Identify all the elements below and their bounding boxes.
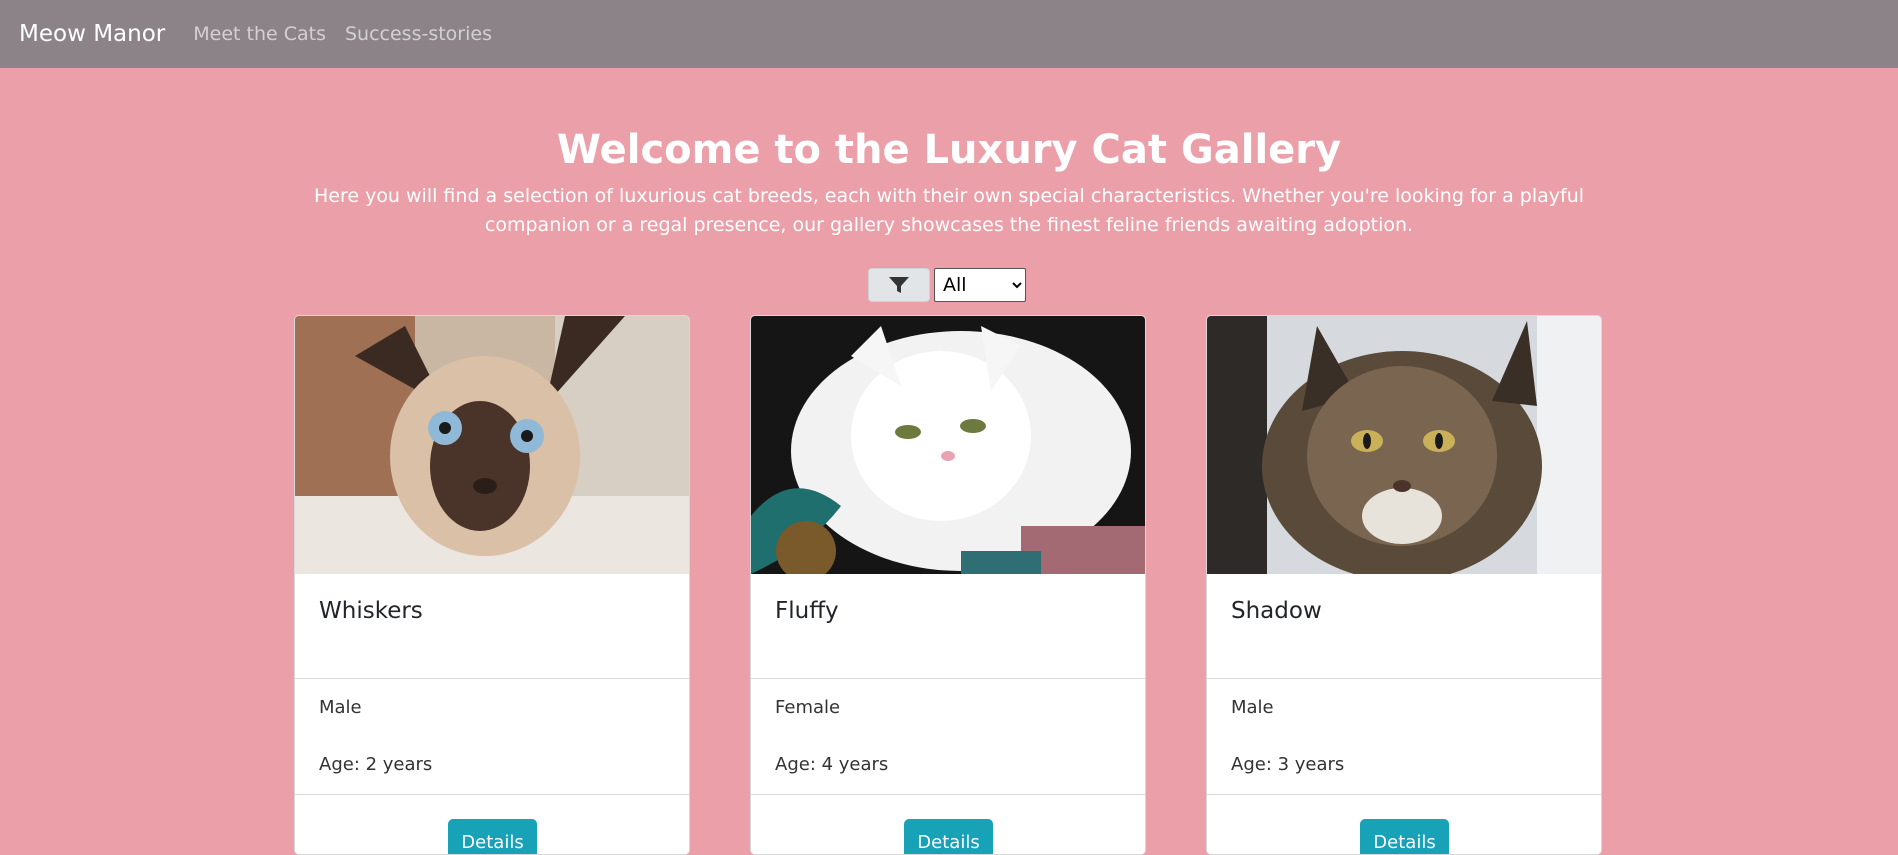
navbar: Meow Manor Meet the Cats Success-stories xyxy=(0,0,1898,68)
filter-select[interactable]: All xyxy=(934,268,1026,302)
cat-age: Age: 4 years xyxy=(775,754,889,775)
page-description: Here you will find a selection of luxuri… xyxy=(313,185,1585,236)
cat-name: Fluffy xyxy=(775,598,839,624)
siamese-cat-photo xyxy=(295,316,689,574)
cat-gender: Male xyxy=(319,697,362,718)
cat-name: Shadow xyxy=(1231,598,1322,624)
divider xyxy=(751,678,1145,679)
nav-link-meet-the-cats[interactable]: Meet the Cats xyxy=(193,23,326,45)
divider xyxy=(1207,794,1601,795)
nav-link-success-stories[interactable]: Success-stories xyxy=(345,23,492,45)
white-persian-cat-photo xyxy=(751,316,1145,574)
filter-button[interactable] xyxy=(868,268,930,302)
page-title: Welcome to the Luxury Cat Gallery xyxy=(556,127,1342,173)
cat-card-shadow: Shadow Male Age: 3 years Details xyxy=(1206,315,1602,855)
cat-name: Whiskers xyxy=(319,598,423,624)
cat-card-fluffy: Fluffy Female Age: 4 years Details xyxy=(750,315,1146,855)
details-button[interactable]: Details xyxy=(1360,819,1449,854)
brand-link[interactable]: Meow Manor xyxy=(19,21,165,47)
divider xyxy=(295,678,689,679)
details-button[interactable]: Details xyxy=(904,819,993,854)
cat-gender: Male xyxy=(1231,697,1274,718)
divider xyxy=(1207,678,1601,679)
cat-gender: Female xyxy=(775,697,841,718)
filter-icon xyxy=(889,277,909,293)
cat-age: Age: 2 years xyxy=(319,754,433,775)
cat-card-whiskers: Whiskers Male Age: 2 years Details xyxy=(294,315,690,855)
cat-age: Age: 3 years xyxy=(1231,754,1345,775)
divider xyxy=(295,794,689,795)
maine-coon-cat-photo xyxy=(1207,316,1601,574)
details-button[interactable]: Details xyxy=(448,819,537,854)
divider xyxy=(751,794,1145,795)
